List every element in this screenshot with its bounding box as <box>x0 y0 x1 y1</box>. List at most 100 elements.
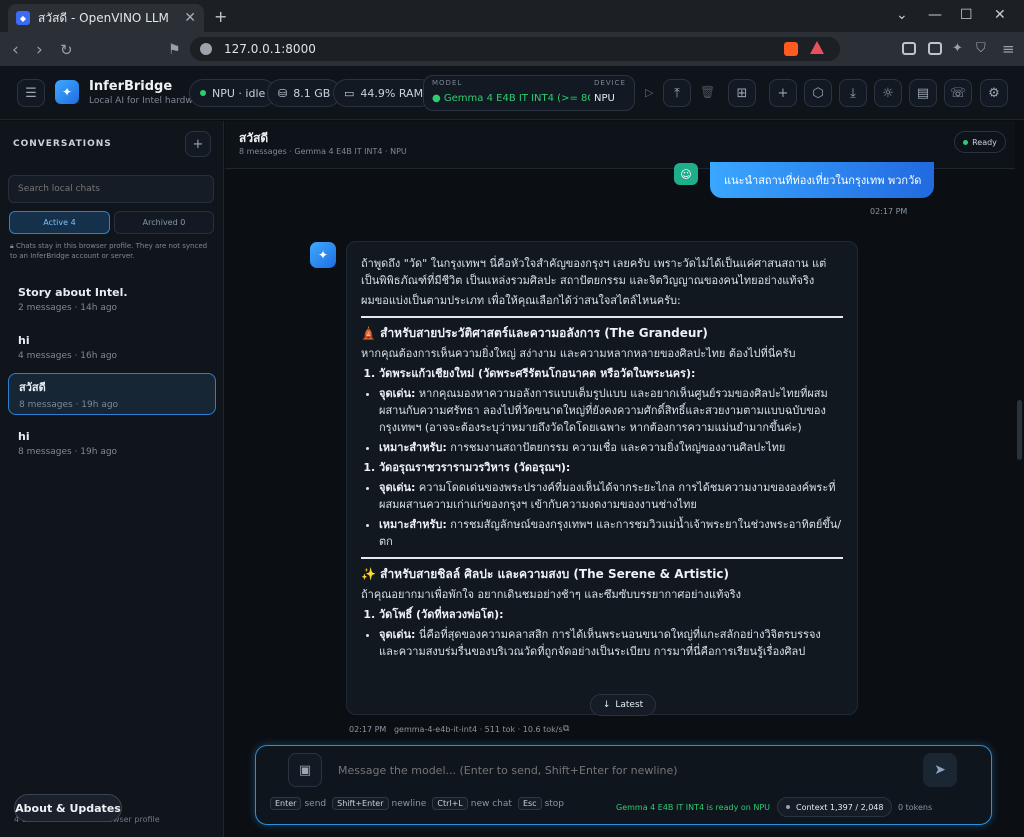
maximize-button[interactable]: ☐ <box>960 7 973 23</box>
section-heading: 🛕 สำหรับสายประวัติศาสตร์และความอลังการ (… <box>361 326 708 340</box>
about-updates-button[interactable]: About & Updates <box>14 794 122 822</box>
tab-archived[interactable]: Archived 0 <box>114 211 214 234</box>
list-item: จุดเด่น: ความโดดเด่นของพระปรางค์ที่มองเห… <box>379 479 843 513</box>
divider <box>361 557 843 559</box>
conversation-item[interactable]: hi 8 messages · 19h ago <box>8 426 216 468</box>
new-chat-button[interactable]: + <box>769 79 797 107</box>
phone-button[interactable]: ☏ <box>944 79 972 107</box>
url-input[interactable]: 127.0.0.1:8000 <box>190 37 840 61</box>
trash-icon[interactable]: 🗑 <box>700 85 715 99</box>
conversation-title: Story about Intel. <box>18 286 128 299</box>
user-message-time: 02:17 PM <box>870 207 908 216</box>
user-message-bubble: แนะนำสถานที่ท่องเที่ยวในกรุงเทพ พวกวัด <box>710 162 934 198</box>
keyboard-shortcuts: Enter send Shift+Enter newline Ctrl+L new c… <box>270 797 564 810</box>
app-subtitle: Local AI for Intel hardware <box>89 96 197 106</box>
minimize-button[interactable]: — <box>928 7 942 23</box>
close-window-button[interactable]: ✕ <box>994 7 1006 23</box>
list-item: เหมาะสำหรับ: การชมงานสถาปัตยกรรม ความเชื… <box>379 439 843 456</box>
brave-rewards-icon[interactable] <box>810 41 824 54</box>
assistant-message-meta: 02:17 PM gemma-4-e4b-it-int4 · 511 tok ·… <box>349 725 563 734</box>
add-conversation-button[interactable]: + <box>185 131 211 157</box>
cube-button[interactable]: ⬡ <box>804 79 832 107</box>
chat-title: สวัสดี <box>239 131 269 145</box>
inferbridge-logo-icon: ✦ <box>55 80 79 104</box>
search-chats-input[interactable] <box>8 175 214 203</box>
new-tab-button[interactable]: + <box>214 7 227 26</box>
model-value: ● Gemma 4 E4B IT INT4 (>= 8GB RAM) <box>432 93 590 104</box>
assistant-paragraph: ถ้าคุณอยากมาเพื่อพักใจ อยากเดินชมอย่างช้… <box>361 588 742 601</box>
ram-pill: ▭ 44.9% RAM <box>333 79 435 107</box>
model-ready-text: Gemma 4 E4B IT INT4 is ready on NPU <box>616 803 771 812</box>
conversation-title: hi <box>18 430 30 443</box>
sidebar-toggle-icon[interactable] <box>902 42 916 55</box>
menu-icon[interactable]: ≡ <box>1002 40 1015 58</box>
conversation-item-active[interactable]: สวัสดี 8 messages · 19h ago <box>8 373 216 415</box>
openvino-favicon-icon: ◆ <box>16 11 30 25</box>
list-item: เหมาะสำหรับ: การชมสัญลักษณ์ของกรุงเทพฯ แ… <box>379 516 843 550</box>
conversation-meta: 4 messages · 16h ago <box>18 351 118 361</box>
tab-title: สวัสดี - OpenVINO LLM <box>38 10 169 25</box>
token-count: 0 tokens <box>898 803 933 812</box>
browser-tab-bar: ◆ สวัสดี - OpenVINO LLM ✕ + ⌄ — ☐ ✕ <box>0 0 1024 32</box>
back-icon[interactable]: ‹ <box>12 40 19 60</box>
bookmark-icon[interactable]: ⚑ <box>168 42 181 58</box>
chip-button[interactable]: ⊞ <box>728 79 756 107</box>
list-item: วัดพระแก้วเชียงใหม่ (วัดพระศรีรัตนโกอนาค… <box>379 365 843 382</box>
notes-button[interactable]: ▤ <box>909 79 937 107</box>
assistant-paragraph: ผมขอแบ่งเป็นตามประเภท เพื่อให้คุณเลือกได… <box>361 294 681 307</box>
conversation-title: สวัสดี <box>19 381 46 394</box>
conversation-meta: 2 messages · 14h ago <box>18 303 118 313</box>
site-info-icon[interactable] <box>200 43 212 55</box>
hamburger-menu-button[interactable]: ☰ <box>17 79 45 107</box>
tab-search-icon[interactable]: ⌄ <box>896 7 908 23</box>
status-dot <box>200 90 206 96</box>
brave-shields-icon[interactable] <box>784 42 798 56</box>
app-name: InferBridge <box>89 79 173 94</box>
device-label: DEVICE <box>594 79 626 87</box>
forward-icon[interactable]: › <box>36 40 43 60</box>
assistant-message: ถ้าพูดถึง "วัด" ในกรุงเทพฯ นี่คือหัวใจสำ… <box>346 241 858 715</box>
assistant-paragraph: ถ้าพูดถึง "วัด" ในกรุงเทพฯ นี่คือหัวใจสำ… <box>361 257 827 287</box>
storage-pill: ⛁ 8.1 GB <box>267 79 342 107</box>
attach-image-button[interactable]: ▣ <box>288 753 322 787</box>
list-item: วัดอรุณราชวรารามวรวิหาร (วัดอรุณฯ): <box>379 459 843 476</box>
ready-badge: Ready <box>954 131 1006 153</box>
divider <box>361 316 843 318</box>
tab-active[interactable]: Active 4 <box>9 211 110 234</box>
section-heading: ✨ สำหรับสายชิลล์ ศิลปะ และความสงบ (The S… <box>361 567 729 581</box>
wallet-icon[interactable] <box>928 42 942 55</box>
ram-text: 44.9% RAM <box>360 86 424 100</box>
conversation-meta: 8 messages · 19h ago <box>19 400 119 410</box>
chat-subtitle: 8 messages · Gemma 4 E4B IT INT4 · NPU <box>239 147 407 156</box>
database-icon: ⛁ <box>278 86 288 100</box>
npu-status-text: NPU · idle <box>212 86 266 100</box>
jump-latest-button[interactable]: ↓ Latest <box>590 694 656 716</box>
user-avatar-icon: ☺ <box>674 163 698 185</box>
arrow-down-icon: ↓ <box>602 700 611 710</box>
reload-icon[interactable]: ↻ <box>60 41 73 59</box>
model-label: MODEL <box>432 79 463 87</box>
model-selector[interactable]: MODEL ● Gemma 4 E4B IT INT4 (>= 8GB RAM)… <box>423 75 635 111</box>
upload-button[interactable]: ⤒ <box>663 79 691 107</box>
play-icon[interactable]: ▷ <box>645 86 653 99</box>
assistant-avatar-icon: ✦ <box>310 242 336 268</box>
sidebar-title: CONVERSATIONS <box>13 139 112 149</box>
download-button[interactable]: ⤓ <box>839 79 867 107</box>
conversation-item[interactable]: hi 4 messages · 16h ago <box>8 330 216 372</box>
conversation-meta: 8 messages · 19h ago <box>18 447 118 457</box>
conversation-item[interactable]: Story about Intel. 2 messages · 14h ago <box>8 282 216 324</box>
leo-ai-icon[interactable]: ✦ <box>952 41 963 56</box>
copy-icon[interactable]: ⧉ <box>563 724 569 734</box>
list-item: จุดเด่น: หากคุณมองหาความอลังการแบบเต็มรู… <box>379 385 843 436</box>
theme-toggle-button[interactable]: ☼ <box>874 79 902 107</box>
settings-button[interactable]: ⚙ <box>980 79 1008 107</box>
context-badge: Context 1,397 / 2,048 <box>777 797 893 817</box>
vpn-shield-icon[interactable]: ⛉ <box>976 41 986 56</box>
browser-tab[interactable]: ◆ สวัสดี - OpenVINO LLM ✕ <box>8 4 204 32</box>
device-value: NPU <box>594 93 615 104</box>
close-tab-icon[interactable]: ✕ <box>184 10 196 26</box>
scrollbar-thumb[interactable] <box>1017 400 1022 460</box>
message-input[interactable] <box>330 759 910 781</box>
send-button[interactable]: ➤ <box>923 753 957 787</box>
assistant-paragraph: หากคุณต้องการเห็นความยิ่งใหญ่ สง่างาม แล… <box>361 347 796 360</box>
